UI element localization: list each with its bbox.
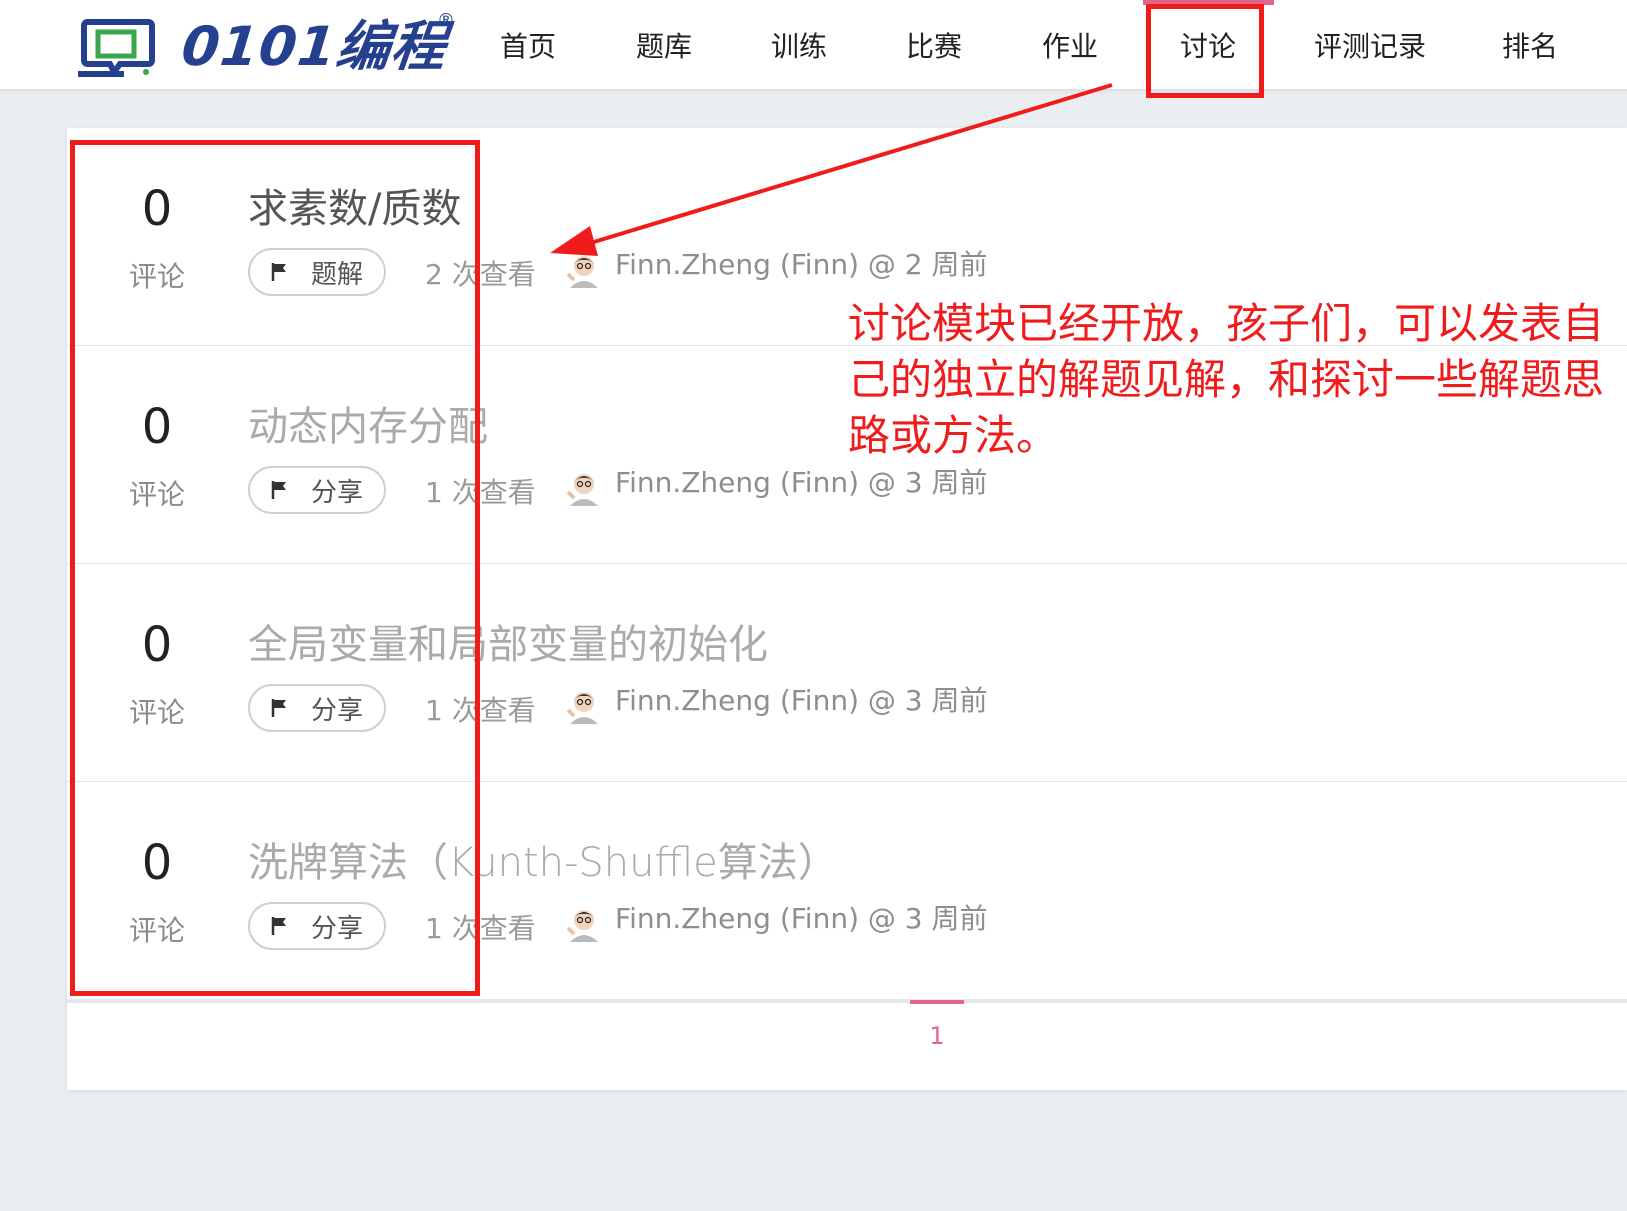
pagination: 1 <box>67 1000 1627 1090</box>
page-button[interactable]: 1 <box>910 1022 964 1050</box>
nav-training[interactable]: 训练 <box>759 0 839 90</box>
nav-homework[interactable]: 作业 <box>1030 0 1110 90</box>
annotation-box-counts <box>70 140 480 996</box>
avatar-icon[interactable] <box>566 252 602 288</box>
nav-submissions[interactable]: 评测记录 <box>1300 0 1440 90</box>
logo-text: 0101编程 <box>178 15 450 78</box>
site-logo[interactable]: 0101编程 <box>76 14 456 80</box>
author-meta[interactable]: Finn.Zheng (Finn) @ 3 周前 <box>615 897 988 937</box>
pagination-divider <box>67 1000 1627 1003</box>
top-navbar: 0101编程 ® 首页 题库 训练 比赛 作业 讨论 评测记录 排名 <box>0 0 1627 90</box>
avatar-icon[interactable] <box>566 906 602 942</box>
nav-contests[interactable]: 比赛 <box>894 0 974 90</box>
annotation-box-nav <box>1146 4 1264 98</box>
registered-mark: ® <box>437 10 455 31</box>
nav-home[interactable]: 首页 <box>488 0 568 90</box>
author-meta[interactable]: Finn.Zheng (Finn) @ 3 周前 <box>615 461 988 501</box>
nav-ranking[interactable]: 排名 <box>1490 0 1570 90</box>
avatar-icon[interactable] <box>566 470 602 506</box>
annotation-note: 讨论模块已经开放，孩子们，可以发表自己的独立的解题见解，和探讨一些解题思路或方法… <box>848 299 1605 460</box>
author-meta[interactable]: Finn.Zheng (Finn) @ 3 周前 <box>615 679 988 719</box>
logo-icon <box>78 19 155 78</box>
nav-problems[interactable]: 题库 <box>624 0 704 90</box>
avatar-icon[interactable] <box>566 688 602 724</box>
pagination-active-indicator <box>910 1000 964 1004</box>
author-meta[interactable]: Finn.Zheng (Finn) @ 2 周前 <box>615 243 988 283</box>
